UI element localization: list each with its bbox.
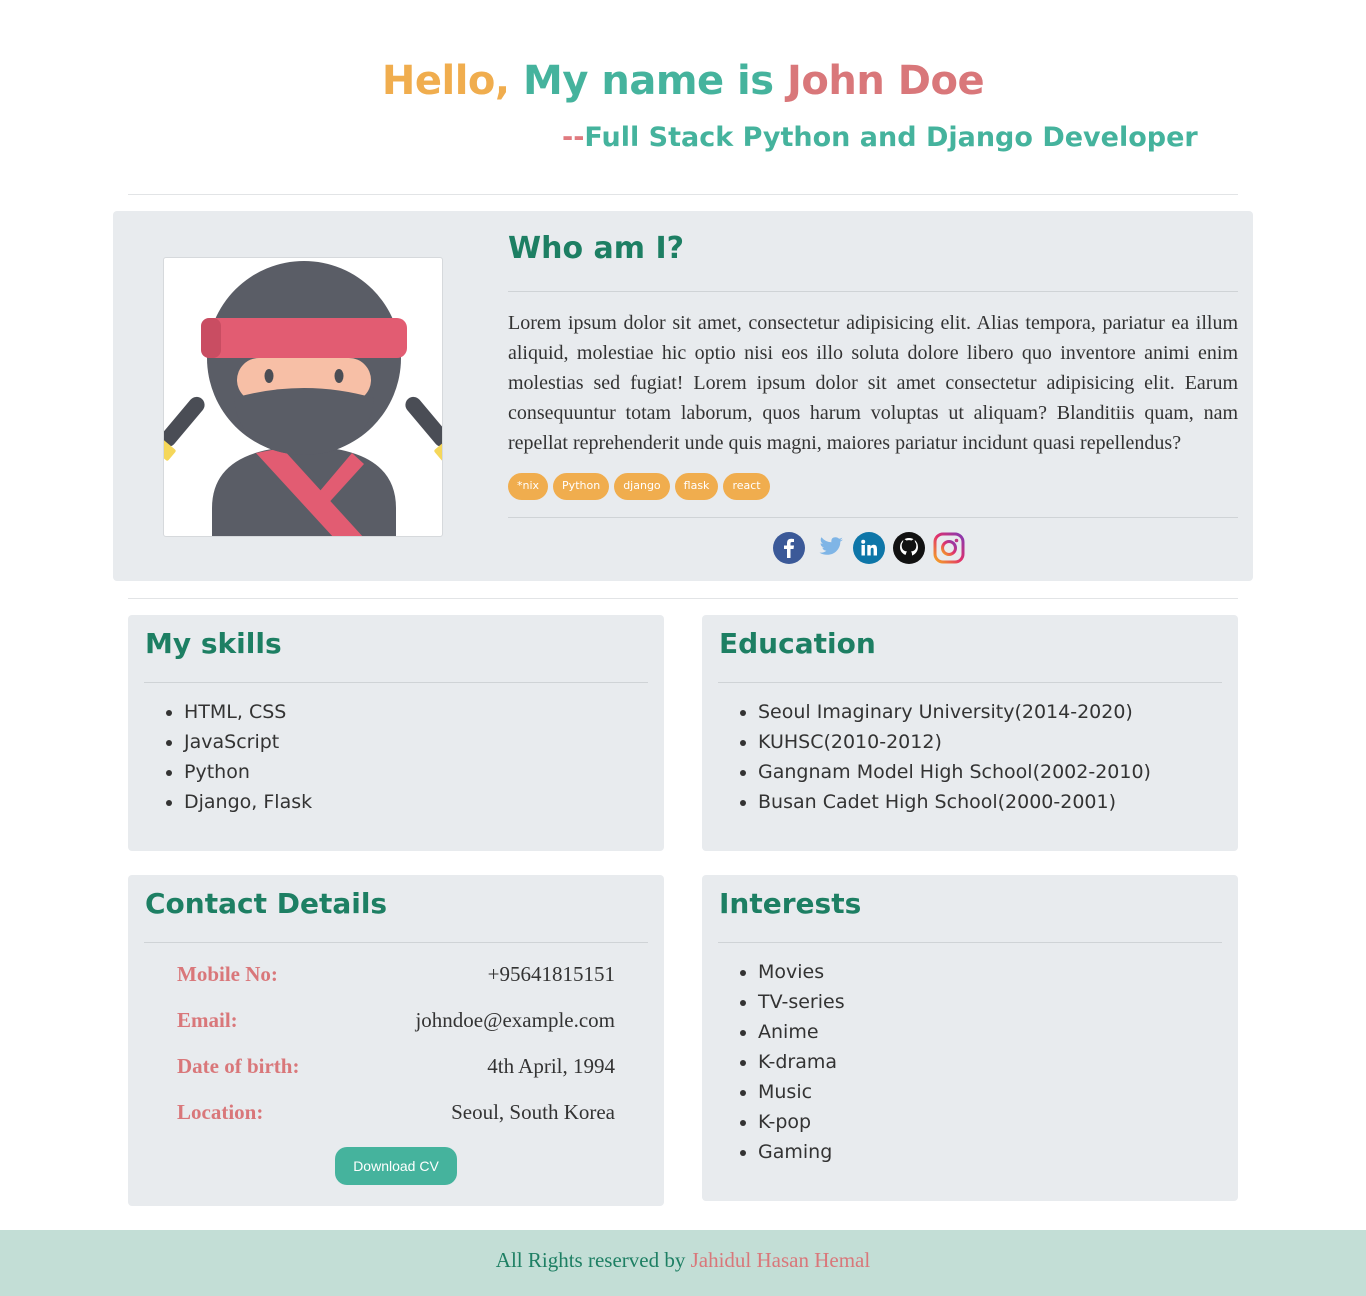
twitter-icon[interactable] [813,532,845,564]
greeting-heading: Hello, My name is John Doe [0,58,1366,104]
linkedin-icon[interactable] [853,532,885,564]
contact-label: Mobile No: [177,962,278,986]
contact-label: Date of birth: [177,1054,300,1078]
list-item: JavaScript [184,727,312,757]
education-divider [718,682,1222,683]
subtitle-dash: -- [562,122,585,153]
tag-react: react [723,473,770,500]
subtitle-text: Full Stack Python and Django Developer [584,122,1198,153]
list-item: Busan Cadet High School(2000-2001) [758,787,1151,817]
page-subtitle: --Full Stack Python and Django Developer [562,122,1198,153]
list-item: K-drama [758,1047,845,1077]
tag-nix: *nix [508,473,549,500]
about-section: Who am I? Lorem ipsum dolor sit amet, co… [113,211,1253,581]
about-title: Who am I? [508,231,685,266]
list-item: TV-series [758,987,845,1017]
greeting-name: John Doe [787,58,985,104]
page-footer: All Rights reserved by Jahidul Hasan Hem… [0,1230,1366,1296]
sword-right [405,396,442,461]
list-item: Movies [758,957,845,987]
contact-card: Contact Details Mobile No: +95641815151 … [128,875,664,1206]
contact-value: 4th April, 1994 [487,1054,615,1078]
github-icon[interactable] [893,532,925,564]
interests-list: Movies TV-series Anime K-drama Music K-p… [758,957,845,1167]
footer-text: All Rights reserved by [495,1248,686,1272]
greeting-hello: Hello, [381,58,510,104]
list-item: Gaming [758,1137,845,1167]
list-item: Python [184,757,312,787]
about-divider-bottom [508,517,1238,518]
education-card: Education Seoul Imaginary University(201… [702,615,1238,851]
tag-django: django [614,473,670,500]
education-list: Seoul Imaginary University(2014-2020) KU… [758,697,1151,817]
about-description: Lorem ipsum dolor sit amet, consectetur … [508,312,1238,454]
list-item: Music [758,1077,845,1107]
education-title: Education [719,627,876,660]
skill-tags: *nix Python django flask react [508,473,770,500]
contact-title: Contact Details [145,887,388,920]
list-item: Seoul Imaginary University(2014-2020) [758,697,1151,727]
ninja-avatar-icon [164,260,442,536]
list-item: Anime [758,1017,845,1047]
contact-value: johndoe@example.com [415,1008,615,1032]
interests-title: Interests [719,887,862,920]
skills-title: My skills [145,627,282,660]
list-item: Django, Flask [184,787,312,817]
facebook-icon[interactable] [773,532,805,564]
skills-list: HTML, CSS JavaScript Python Django, Flas… [184,697,312,817]
list-item: HTML, CSS [184,697,312,727]
contact-value: Seoul, South Korea [451,1100,615,1124]
greeting-my-name-is: My name is [523,58,774,104]
social-links [773,532,965,564]
tag-flask: flask [674,473,719,500]
about-divider-top [508,291,1238,292]
about-bottom-divider [128,598,1238,599]
list-item: Gangnam Model High School(2002-2010) [758,757,1151,787]
header-divider [128,194,1238,195]
contact-divider [144,942,648,943]
list-item: KUHSC(2010-2012) [758,727,1151,757]
instagram-icon[interactable] [933,532,965,564]
interests-card: Interests Movies TV-series Anime K-drama… [702,875,1238,1201]
page-header: Hello, My name is John Doe --Full Stack … [0,0,1366,195]
contact-value: +95641815151 [487,962,615,986]
avatar [163,257,443,537]
download-cv-button[interactable]: Download CV [335,1147,457,1185]
sword-left [164,396,205,461]
skills-divider [144,682,648,683]
skills-card: My skills HTML, CSS JavaScript Python Dj… [128,615,664,851]
footer-author-link[interactable]: Jahidul Hasan Hemal [691,1248,871,1272]
contact-label: Location: [177,1100,264,1124]
contact-label: Email: [177,1008,238,1032]
interests-divider [718,942,1222,943]
tag-python: Python [553,473,610,500]
list-item: K-pop [758,1107,845,1137]
